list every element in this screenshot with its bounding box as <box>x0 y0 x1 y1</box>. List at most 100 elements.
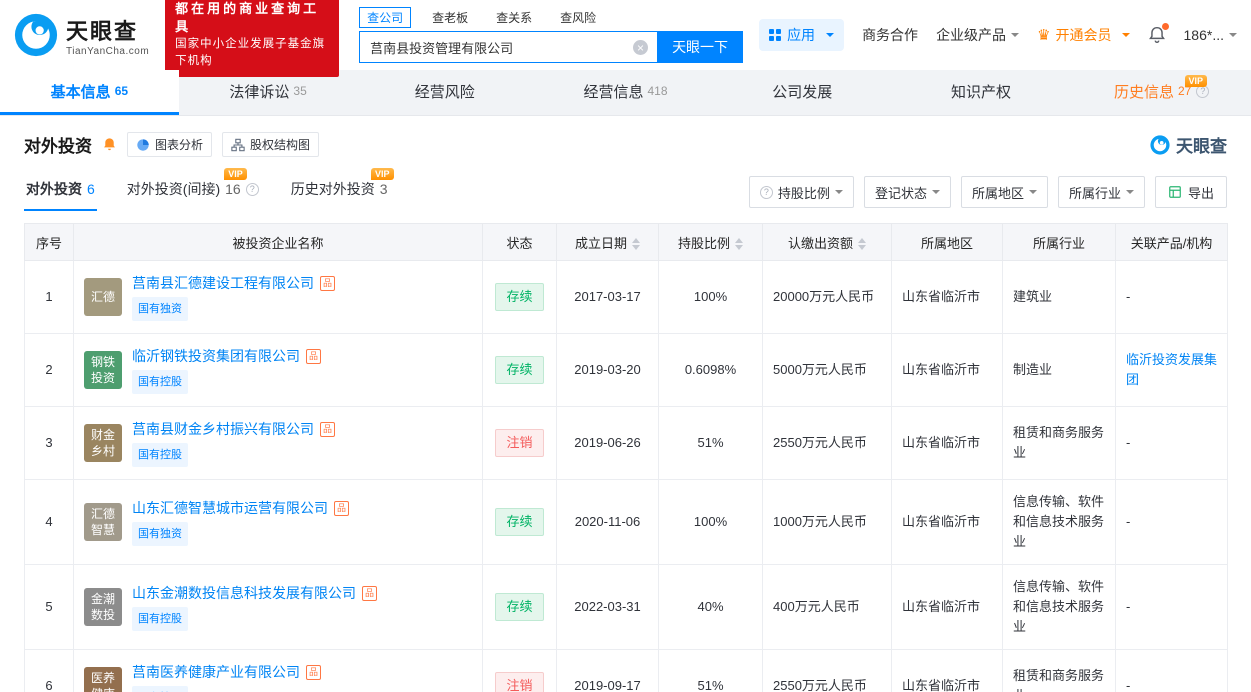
filter-bar: 持股比例 登记状态 所属地区 所属行业 导出 <box>748 176 1227 208</box>
user-phone-label: 186*... <box>1183 27 1224 43</box>
company-logo: 财金乡村 <box>84 424 122 462</box>
sort-icon[interactable] <box>632 238 640 251</box>
export-button[interactable]: 导出 <box>1154 176 1227 208</box>
status-badge: 存续 <box>495 356 544 384</box>
chart-analysis-label: 图表分析 <box>155 138 204 152</box>
company-name-link[interactable]: 山东汇德智慧城市运营有限公司 <box>132 498 328 518</box>
company-name-link[interactable]: 莒南医养健康产业有限公司 <box>132 662 300 682</box>
tianyancha-logo-icon <box>14 13 58 57</box>
apps-label: 应用 <box>787 27 816 43</box>
filter-shareholding-ratio[interactable]: 持股比例 <box>748 176 854 208</box>
tab-basic-info[interactable]: 基本信息 65 <box>0 70 179 115</box>
subscribed-capital: 2550万元人民币 <box>773 678 867 692</box>
related-org-link[interactable]: 临沂投资发展集团 <box>1126 352 1217 387</box>
equity-structure-label: 股权结构图 <box>250 138 311 152</box>
col-label: 关联产品/机构 <box>1130 235 1213 251</box>
col-subscribed-capital[interactable]: 认缴出资额 <box>762 223 892 261</box>
equity-structure-button[interactable]: 股权结构图 <box>222 132 320 157</box>
col-status: 状态 <box>482 223 557 261</box>
open-membership-menu[interactable]: 开通会员 <box>1037 25 1130 45</box>
filter-label: 持股比例 <box>777 185 830 201</box>
col-shareholding-ratio[interactable]: 持股比例 <box>658 223 763 261</box>
region: 山东省临沂市 <box>902 435 981 450</box>
company-name-link[interactable]: 山东金潮数投信息科技发展有限公司 <box>132 583 356 603</box>
apps-button[interactable]: 应用 <box>759 19 845 51</box>
clear-search-icon[interactable] <box>633 40 649 55</box>
industry: 信息传输、软件和信息技术服务业 <box>1013 494 1105 549</box>
equity-chart-icon[interactable] <box>320 421 335 437</box>
related-org: - <box>1126 289 1131 304</box>
company-name-link[interactable]: 莒南县财金乡村振兴有限公司 <box>132 419 314 439</box>
business-cooperation-link[interactable]: 商务合作 <box>862 25 918 45</box>
company-name-link[interactable]: 临沂钢铁投资集团有限公司 <box>132 346 300 366</box>
user-account-menu[interactable]: 186*... <box>1184 27 1237 43</box>
col-region: 所属地区 <box>891 223 1003 261</box>
tab-company-development[interactable]: 公司发展 <box>715 70 894 115</box>
enterprise-products-label: 企业级产品 <box>936 27 1007 43</box>
tab-count: 65 <box>114 84 129 98</box>
subscribed-capital: 2550万元人民币 <box>773 435 867 450</box>
state-owned-tag: 国有控股 <box>132 443 188 467</box>
search-tab-relation[interactable]: 查关系 <box>489 8 539 27</box>
row-index: 3 <box>45 435 53 450</box>
chevron-down-icon <box>931 190 940 198</box>
tab-intellectual-property[interactable]: 知识产权 <box>894 70 1073 115</box>
help-icon <box>759 185 773 199</box>
equity-chart-icon[interactable] <box>334 500 349 516</box>
help-icon[interactable] <box>245 182 259 196</box>
equity-chart-icon[interactable] <box>362 585 377 601</box>
section-header: 对外投资 图表分析 股权结构图 天眼查 <box>0 116 1251 157</box>
monitor-bell-icon[interactable] <box>102 137 117 152</box>
table-row: 1 汇德 莒南县汇德建设工程有限公司 国有独资 存续 20 <box>24 260 1228 334</box>
tab-label: 公司发展 <box>772 83 833 101</box>
search-input[interactable] <box>359 31 658 63</box>
tab-label: 经营信息 <box>583 83 644 101</box>
notifications-bell[interactable] <box>1148 23 1169 44</box>
toolbar-row: 对外投资 6 VIP 对外投资(间接) 16 VIP 历史对外投资 3 持股比例 <box>0 157 1251 211</box>
brand-text: 天眼查 TianYanCha.com <box>66 14 149 57</box>
sort-icon[interactable] <box>858 238 866 251</box>
enterprise-products-menu[interactable]: 企业级产品 <box>936 25 1020 45</box>
business-cooperation-label: 商务合作 <box>862 27 919 43</box>
state-owned-tag: 国有控股 <box>132 370 188 394</box>
tab-business-info[interactable]: 经营信息 418 <box>536 70 715 115</box>
shareholding-ratio: 0.6098% <box>684 362 737 377</box>
filter-registration-status[interactable]: 登记状态 <box>863 176 951 208</box>
top-right-nav: 应用 商务合作 企业级产品 开通会员 186*... <box>759 19 1237 51</box>
search-button[interactable]: 天眼一下 <box>657 31 744 63</box>
tab-legal-proceedings[interactable]: 法律诉讼 35 <box>179 70 358 115</box>
tab-business-risk[interactable]: 经营风险 <box>357 70 536 115</box>
export-label: 导出 <box>1187 185 1214 201</box>
subtab-outbound-investment[interactable]: 对外投资 6 <box>24 173 97 211</box>
tianyancha-logo[interactable]: 天眼查 TianYanCha.com <box>14 13 149 57</box>
watermark-logo-icon <box>1150 134 1170 155</box>
search-tab-boss[interactable]: 查老板 <box>425 8 475 27</box>
table-row: 5 金潮数投 山东金潮数投信息科技发展有限公司 国有控股 存续 <box>24 564 1228 650</box>
tab-history-info[interactable]: VIP 历史信息 27 <box>1072 70 1251 115</box>
equity-chart-icon[interactable] <box>320 275 335 291</box>
company-name-link[interactable]: 莒南县汇德建设工程有限公司 <box>132 273 314 293</box>
company-nav-tabs: 基本信息 65 法律诉讼 35 经营风险 经营信息 418 公司发展 知识产权 … <box>0 70 1251 116</box>
col-label: 所属地区 <box>920 235 973 251</box>
subtab-historical-investment[interactable]: VIP 历史对外投资 3 <box>289 168 394 211</box>
investment-subtabs: 对外投资 6 VIP 对外投资(间接) 16 VIP 历史对外投资 3 <box>24 168 394 211</box>
equity-chart-icon[interactable] <box>306 664 321 680</box>
col-establish-date[interactable]: 成立日期 <box>556 223 659 261</box>
export-table-icon <box>1169 186 1181 198</box>
filter-region[interactable]: 所属地区 <box>960 176 1048 208</box>
subtab-count: 6 <box>87 181 95 197</box>
search-tab-company[interactable]: 查公司 <box>359 6 412 28</box>
col-label: 成立日期 <box>574 235 627 251</box>
equity-chart-icon[interactable] <box>306 348 321 364</box>
search-tab-risk[interactable]: 查风险 <box>553 8 603 27</box>
table-row: 4 汇德智慧 山东汇德智慧城市运营有限公司 国有独资 存续 <box>24 479 1228 565</box>
subscribed-capital: 5000万元人民币 <box>773 362 867 377</box>
industry: 制造业 <box>1013 362 1053 377</box>
sort-icon[interactable] <box>735 238 743 251</box>
col-related-products: 关联产品/机构 <box>1115 223 1228 261</box>
subtab-indirect-investment[interactable]: VIP 对外投资(间接) 16 <box>125 168 261 211</box>
col-label: 持股比例 <box>677 235 730 251</box>
chart-analysis-button[interactable]: 图表分析 <box>127 132 213 157</box>
filter-industry[interactable]: 所属行业 <box>1057 176 1145 208</box>
region: 山东省临沂市 <box>902 289 981 304</box>
